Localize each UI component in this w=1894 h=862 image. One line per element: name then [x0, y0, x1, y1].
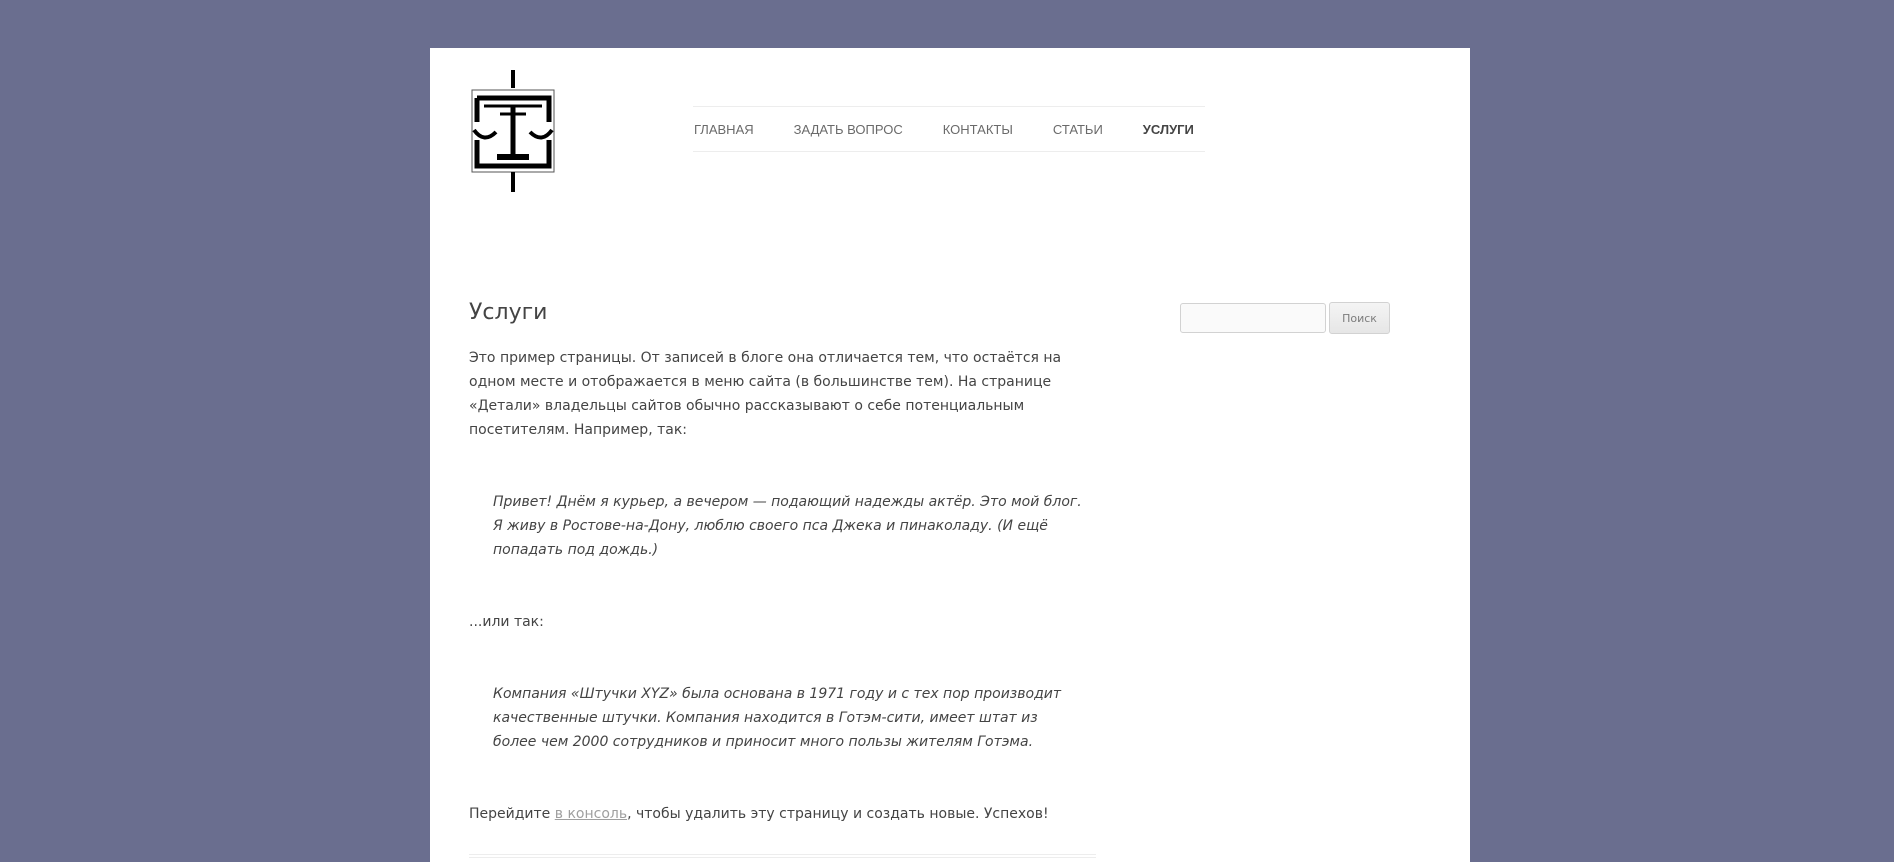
search-input[interactable]	[1180, 303, 1326, 333]
outro-text-after: , чтобы удалить эту страницу и создать н…	[627, 806, 1049, 822]
nav-item-articles[interactable]: Статьи	[1053, 122, 1103, 137]
page-title: Услуги	[469, 300, 548, 325]
site-logo[interactable]	[470, 70, 556, 192]
scales-of-justice-icon	[471, 70, 555, 192]
blockquote-2: Компания «Штучки XYZ» была основана в 19…	[493, 686, 1062, 750]
nav-item-services[interactable]: Услуги	[1143, 122, 1194, 137]
intro-paragraph: Это пример страницы. От записей в блоге …	[469, 350, 1062, 438]
blockquote-1: Привет! Днём я курьер, а вечером — подаю…	[493, 494, 1082, 558]
main-navigation: Главная Задать вопрос Контакты Статьи Ус…	[693, 106, 1205, 152]
outro-text-before: Перейдите	[469, 806, 555, 822]
nav-item-home[interactable]: Главная	[694, 122, 754, 137]
nav-item-contacts[interactable]: Контакты	[943, 122, 1013, 137]
search-button[interactable]: Поиск	[1329, 302, 1390, 334]
page-container: Главная Задать вопрос Контакты Статьи Ус…	[430, 48, 1470, 862]
admin-console-link[interactable]: в консоль	[555, 806, 627, 822]
outro-paragraph: Перейдите в консоль, чтобы удалить эту с…	[469, 802, 1096, 826]
main-content: Услуги Это пример страницы. От записей в…	[469, 297, 1096, 862]
nav-item-ask-question[interactable]: Задать вопрос	[794, 122, 903, 137]
content-divider	[469, 854, 1096, 858]
search-form: Поиск	[1180, 302, 1390, 334]
or-paragraph: ...или так:	[469, 614, 544, 630]
